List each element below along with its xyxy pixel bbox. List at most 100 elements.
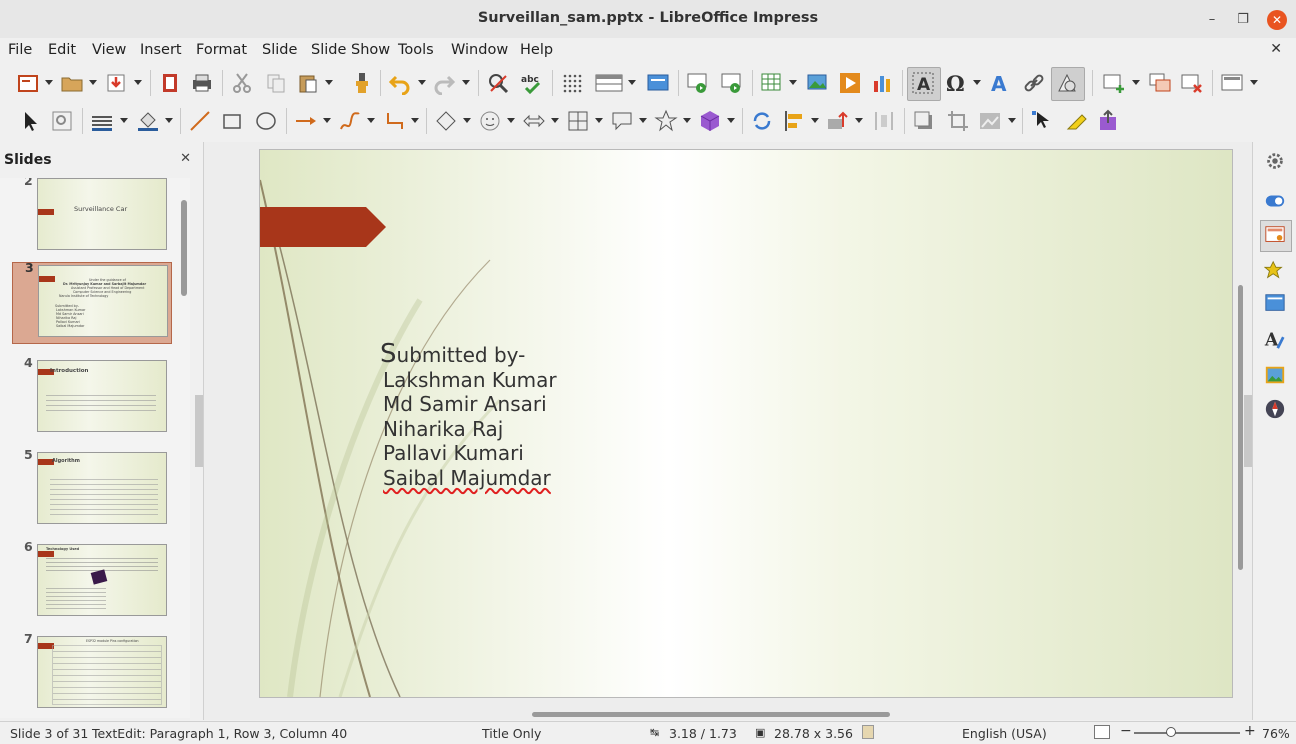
- display-views-icon[interactable]: [594, 71, 624, 95]
- chart-icon[interactable]: [870, 71, 894, 95]
- shadow-icon[interactable]: [912, 109, 936, 133]
- current-slide[interactable]: Submitted by- Lakshman Kumar Md Samir An…: [259, 149, 1233, 698]
- filter-icon[interactable]: [978, 109, 1002, 133]
- print-icon[interactable]: [190, 71, 214, 95]
- start-first-slide-icon[interactable]: [686, 71, 710, 95]
- flowchart-icon[interactable]: [566, 109, 590, 133]
- slide-thumb-3[interactable]: 3 Under the guidance of Dr. Mrityunjay K…: [12, 260, 172, 344]
- points-icon[interactable]: [1030, 109, 1054, 133]
- paste-icon[interactable]: [296, 71, 320, 95]
- text-box-icon[interactable]: A: [911, 71, 935, 95]
- clone-formatting-icon[interactable]: [350, 71, 374, 95]
- panel-scrollbar[interactable]: [181, 200, 187, 296]
- start-current-slide-icon[interactable]: [720, 71, 744, 95]
- undo-icon[interactable]: [388, 71, 412, 95]
- find-replace-icon[interactable]: [486, 71, 510, 95]
- styles-icon[interactable]: A: [1264, 328, 1286, 350]
- zoom-pan-icon[interactable]: [50, 109, 74, 133]
- animation-icon[interactable]: [1264, 260, 1286, 282]
- new-document-icon[interactable]: [16, 71, 40, 95]
- ellipse-icon[interactable]: [254, 109, 278, 133]
- zoom-level[interactable]: 76%: [1262, 726, 1290, 741]
- table-icon[interactable]: [760, 71, 784, 95]
- slide-thumb-6[interactable]: 6 Technology Used: [12, 539, 170, 622]
- properties-gear-icon[interactable]: [1264, 150, 1286, 172]
- menu-window[interactable]: Window: [451, 42, 508, 58]
- symbol-shapes-icon[interactable]: [478, 109, 502, 133]
- gallery-icon[interactable]: [1264, 364, 1286, 386]
- menu-edit[interactable]: Edit: [48, 42, 76, 58]
- toggle-extrusion-icon[interactable]: [1096, 109, 1120, 133]
- collapse-left-handle[interactable]: [195, 395, 203, 467]
- crop-icon[interactable]: [946, 109, 970, 133]
- navigator-icon[interactable]: [1264, 398, 1286, 420]
- slide-transition-icon[interactable]: [1264, 190, 1286, 212]
- redo-icon[interactable]: [432, 71, 456, 95]
- 3d-objects-icon[interactable]: [698, 109, 722, 133]
- draw-function-icon[interactable]: [1055, 71, 1079, 95]
- spelling-icon[interactable]: abc: [520, 71, 544, 95]
- menu-format[interactable]: Format: [196, 42, 247, 58]
- slide-thumb-7[interactable]: 7 ESP32 module Pins configuration: [12, 631, 170, 714]
- fit-slide-icon[interactable]: [1094, 725, 1110, 739]
- submitted-by-textbox[interactable]: Submitted by- Lakshman Kumar Md Samir An…: [380, 342, 557, 490]
- fill-color-icon[interactable]: [136, 109, 160, 133]
- rotate-icon[interactable]: [750, 109, 774, 133]
- collapse-right-handle[interactable]: [1244, 395, 1252, 467]
- slide-thumb-2[interactable]: 2 Surveillance Car: [12, 178, 170, 256]
- special-character-icon[interactable]: Ω: [944, 71, 968, 95]
- slide-thumb-4[interactable]: 4 Introduction: [12, 355, 170, 438]
- delete-slide-icon[interactable]: [1180, 71, 1204, 95]
- maximize-icon[interactable]: ❐: [1233, 10, 1253, 30]
- zoom-out-icon[interactable]: −: [1120, 723, 1132, 739]
- zoom-in-icon[interactable]: +: [1244, 723, 1256, 739]
- zoom-slider-knob[interactable]: [1166, 727, 1176, 737]
- arrange-icon[interactable]: [826, 109, 850, 133]
- menu-insert[interactable]: Insert: [140, 42, 182, 58]
- distribute-icon[interactable]: [872, 109, 896, 133]
- zoom-slider[interactable]: [1134, 732, 1240, 734]
- document-modified-icon[interactable]: [862, 725, 874, 739]
- menu-slide-show[interactable]: Slide Show: [311, 42, 390, 58]
- curve-icon[interactable]: [338, 109, 362, 133]
- export-pdf-icon[interactable]: [158, 71, 182, 95]
- basic-shapes-icon[interactable]: [434, 109, 458, 133]
- close-icon[interactable]: ✕: [1267, 10, 1287, 30]
- new-slide-icon[interactable]: [1102, 71, 1126, 95]
- fontwork-icon[interactable]: A: [988, 71, 1012, 95]
- language-status[interactable]: English (USA): [962, 726, 1047, 741]
- menu-file[interactable]: File: [8, 42, 32, 58]
- vertical-scrollbar[interactable]: [1238, 285, 1243, 570]
- menu-slide[interactable]: Slide: [262, 42, 297, 58]
- grid-icon[interactable]: [560, 71, 584, 95]
- copy-icon[interactable]: [264, 71, 288, 95]
- glue-points-icon[interactable]: [1064, 109, 1088, 133]
- close-document-icon[interactable]: ✕: [1270, 41, 1282, 57]
- block-arrows-icon[interactable]: [522, 109, 546, 133]
- line-color-icon[interactable]: [90, 109, 114, 133]
- rectangle-icon[interactable]: [220, 109, 244, 133]
- cut-icon[interactable]: [230, 71, 254, 95]
- menu-help[interactable]: Help: [520, 42, 553, 58]
- hyperlink-icon[interactable]: [1022, 71, 1046, 95]
- slide-thumb-5[interactable]: 5 Algorithm: [12, 447, 170, 530]
- minimize-icon[interactable]: –: [1202, 10, 1222, 30]
- save-icon[interactable]: [104, 71, 128, 95]
- stars-icon[interactable]: [654, 109, 678, 133]
- master-slides-icon[interactable]: [1264, 224, 1286, 246]
- line-icon[interactable]: [188, 109, 212, 133]
- close-panel-icon[interactable]: ✕: [180, 151, 191, 166]
- open-folder-icon[interactable]: [60, 71, 84, 95]
- menu-tools[interactable]: Tools: [398, 42, 434, 58]
- callouts-icon[interactable]: [610, 109, 634, 133]
- arrow-line-icon[interactable]: [294, 109, 318, 133]
- master-slide-icon[interactable]: [646, 71, 670, 95]
- connector-icon[interactable]: [384, 109, 408, 133]
- select-pointer-icon[interactable]: [18, 109, 42, 133]
- slide-layout-icon[interactable]: [1220, 71, 1244, 95]
- slide-layouts-icon[interactable]: [1264, 292, 1286, 314]
- image-icon[interactable]: [806, 71, 830, 95]
- align-objects-icon[interactable]: [782, 109, 806, 133]
- duplicate-slide-icon[interactable]: [1148, 71, 1172, 95]
- menu-view[interactable]: View: [92, 42, 126, 58]
